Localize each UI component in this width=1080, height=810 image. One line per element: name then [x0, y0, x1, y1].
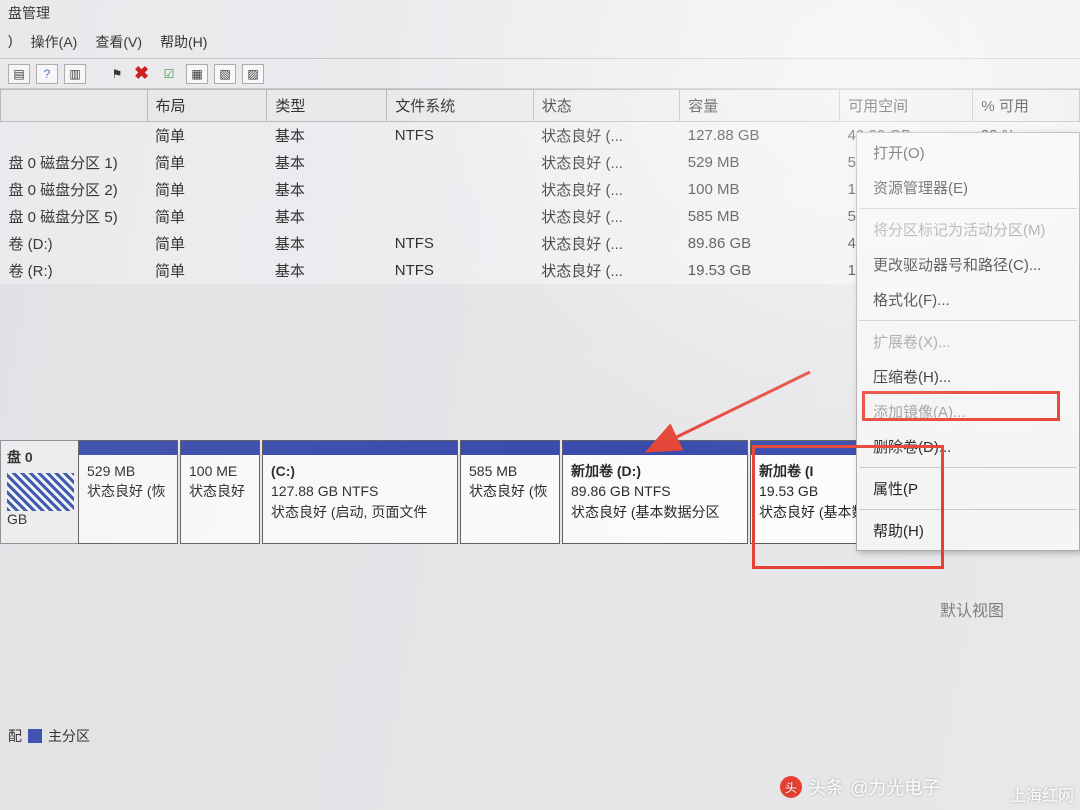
watermark-toutiao: 头 头条 @力光电子 — [780, 774, 940, 800]
ctx-extend: 扩展卷(X)... — [857, 324, 1079, 359]
ctx-mirror: 添加镜像(A)... — [857, 394, 1079, 429]
col-free[interactable]: 可用空间 — [840, 90, 973, 122]
toolbar-btn-7[interactable]: ▦ — [186, 64, 208, 84]
side-text: 默认视图 — [940, 597, 1004, 621]
disk-size: GB — [7, 511, 74, 527]
menu-view[interactable]: 查看(V) — [95, 32, 142, 52]
disk-hatch-icon — [7, 473, 74, 511]
col-fs[interactable]: 文件系统 — [387, 90, 534, 122]
ctx-help[interactable]: 帮助(H) — [857, 513, 1079, 548]
toolbar-btn-help-icon[interactable]: ? — [36, 64, 58, 84]
toutiao-icon: 头 — [780, 776, 802, 798]
watermark-site: 上海红网 — [1010, 782, 1074, 806]
menubar: ) 操作(A) 查看(V) 帮助(H) — [0, 26, 1080, 59]
menu-action[interactable]: 操作(A) — [31, 32, 78, 52]
toolbar-btn-9[interactable]: ▨ — [242, 64, 264, 84]
ctx-open[interactable]: 打开(O) — [857, 135, 1079, 170]
partition-block[interactable]: 529 MB状态良好 (恢 — [78, 440, 178, 544]
menu-help[interactable]: 帮助(H) — [160, 32, 207, 52]
ctx-explorer[interactable]: 资源管理器(E) — [857, 170, 1079, 205]
partition-block[interactable]: 100 ME状态良好 — [180, 440, 260, 544]
context-menu: 打开(O) 资源管理器(E) 将分区标记为活动分区(M) 更改驱动器号和路径(C… — [856, 132, 1080, 551]
ctx-format[interactable]: 格式化(F)... — [857, 282, 1079, 317]
toolbar-btn-8[interactable]: ▧ — [214, 64, 236, 84]
col-type[interactable]: 类型 — [267, 90, 387, 122]
disk-header[interactable]: 盘 0 GB — [0, 440, 78, 544]
col-pct[interactable]: % 可用 — [973, 90, 1080, 122]
toolbar-btn-flag-icon[interactable]: ⚑ — [106, 64, 128, 84]
toolbar-btn-1[interactable]: ▤ — [8, 64, 30, 84]
col-volume[interactable] — [1, 90, 148, 122]
col-status[interactable]: 状态 — [533, 90, 680, 122]
legend: 配 主分区 — [0, 720, 98, 752]
window-title: 盘管理 — [0, 0, 1080, 26]
legend-swatch-primary — [28, 729, 42, 743]
toolbar-btn-delete-icon[interactable]: ✖ — [134, 63, 152, 84]
partition-block[interactable]: 585 MB状态良好 (恢 — [460, 440, 560, 544]
ctx-delete[interactable]: 删除卷(D)... — [857, 429, 1079, 464]
col-layout[interactable]: 布局 — [147, 90, 267, 122]
col-capacity[interactable]: 容量 — [680, 90, 840, 122]
partition-block[interactable]: 新加卷 (D:) 89.86 GB NTFS状态良好 (基本数据分区 — [562, 440, 748, 544]
ctx-mark-active: 将分区标记为活动分区(M) — [857, 212, 1079, 247]
disk-name: 盘 0 — [7, 447, 74, 467]
toolbar-btn-3[interactable]: ▥ — [64, 64, 86, 84]
ctx-change-drive[interactable]: 更改驱动器号和路径(C)... — [857, 247, 1079, 282]
ctx-properties[interactable]: 属性(P — [857, 471, 1079, 506]
toolbar: ▤ ? ▥ ⚑ ✖ ☑ ▦ ▧ ▨ — [0, 59, 1080, 89]
ctx-shrink[interactable]: 压缩卷(H)... — [857, 359, 1079, 394]
partition-block[interactable]: (C:) 127.88 GB NTFS状态良好 (启动, 页面文件 — [262, 440, 458, 544]
menu-placeholder[interactable]: ) — [8, 32, 13, 52]
toolbar-btn-check-icon[interactable]: ☑ — [158, 64, 180, 84]
